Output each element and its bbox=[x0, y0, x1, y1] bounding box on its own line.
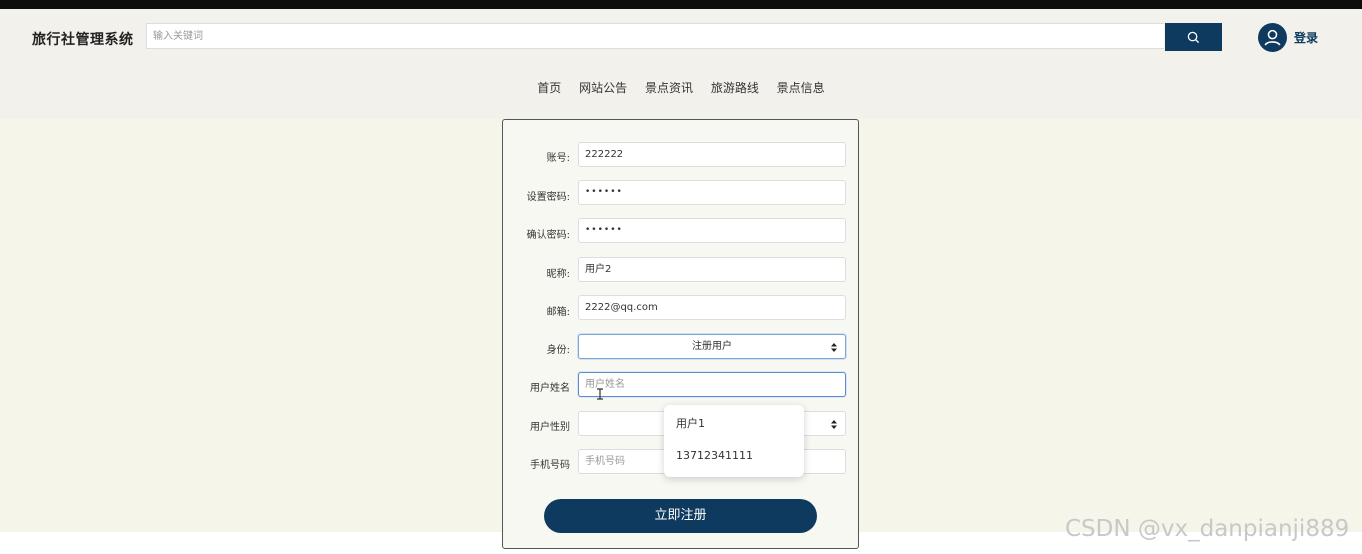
gender-label: 用户性别 bbox=[530, 422, 570, 433]
role-select-value: 注册用户 bbox=[692, 341, 732, 352]
account-label: 账号: bbox=[546, 153, 570, 164]
password-input[interactable]: •••••• bbox=[578, 180, 846, 205]
site-header: 旅行社管理系统 登录 首页 网站公告 景点资讯 旅游路线 景点信息 bbox=[0, 9, 1362, 119]
autocomplete-option[interactable]: 13712341111 bbox=[664, 448, 804, 480]
avatar[interactable] bbox=[1258, 23, 1287, 52]
nav-announcements[interactable]: 网站公告 bbox=[579, 79, 627, 96]
nav-home[interactable]: 首页 bbox=[537, 79, 561, 96]
realname-input[interactable]: 用户姓名 bbox=[578, 372, 846, 397]
password-label: 设置密码: bbox=[526, 192, 570, 203]
realname-placeholder: 用户姓名 bbox=[585, 379, 625, 390]
search-icon bbox=[1187, 31, 1200, 43]
register-button[interactable]: 立即注册 bbox=[544, 499, 817, 533]
select-caret-icon bbox=[831, 343, 837, 352]
autocomplete-dropdown: 用户1 13712341111 bbox=[664, 405, 804, 477]
realname-label: 用户姓名 bbox=[530, 383, 570, 394]
login-link[interactable]: 登录 bbox=[1294, 29, 1318, 46]
email-input[interactable]: 2222@qq.com bbox=[578, 295, 846, 320]
main-nav: 首页 网站公告 景点资讯 旅游路线 景点信息 bbox=[0, 79, 1362, 96]
phone-label: 手机号码 bbox=[530, 460, 570, 471]
autocomplete-option[interactable]: 用户1 bbox=[664, 416, 804, 448]
window-top-bar bbox=[0, 0, 1362, 9]
site-brand: 旅行社管理系统 bbox=[32, 32, 134, 48]
nav-attraction-info[interactable]: 景点信息 bbox=[777, 79, 825, 96]
nav-travel-routes[interactable]: 旅游路线 bbox=[711, 79, 759, 96]
user-icon bbox=[1264, 29, 1281, 46]
watermark: CSDN @vx_danpianji889 bbox=[1065, 516, 1350, 542]
email-label: 邮箱: bbox=[546, 307, 570, 318]
search-input[interactable] bbox=[146, 23, 1164, 49]
role-label: 身份: bbox=[546, 345, 570, 356]
confirm-password-label: 确认密码: bbox=[526, 230, 570, 241]
account-input[interactable]: 222222 bbox=[578, 142, 846, 167]
nav-attraction-news[interactable]: 景点资讯 bbox=[645, 79, 693, 96]
nickname-input[interactable]: 用户2 bbox=[578, 257, 846, 282]
select-caret-icon bbox=[831, 420, 837, 429]
confirm-password-input[interactable]: •••••• bbox=[578, 218, 846, 243]
search-button[interactable] bbox=[1165, 23, 1222, 51]
nickname-label: 昵称: bbox=[546, 269, 570, 280]
role-select[interactable]: 注册用户 bbox=[578, 334, 846, 359]
register-form: 账号: 222222 设置密码: •••••• 确认密码: •••••• 昵称:… bbox=[502, 119, 859, 549]
phone-placeholder: 手机号码 bbox=[585, 456, 625, 467]
text-cursor-icon bbox=[597, 388, 603, 400]
